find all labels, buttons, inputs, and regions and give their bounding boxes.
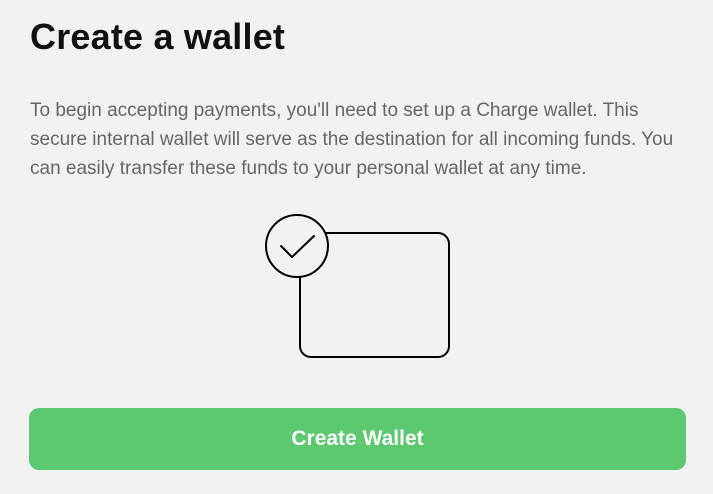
create-wallet-button[interactable]: Create Wallet [29,408,686,470]
wallet-illustration [262,212,454,362]
wallet-check-icon [265,214,450,358]
page-title: Create a wallet [30,16,286,57]
wallet-description: To begin accepting payments, you'll need… [30,100,674,179]
create-wallet-page: Create a wallet To begin accepting payme… [0,0,713,494]
checkmark-circle [265,214,329,278]
